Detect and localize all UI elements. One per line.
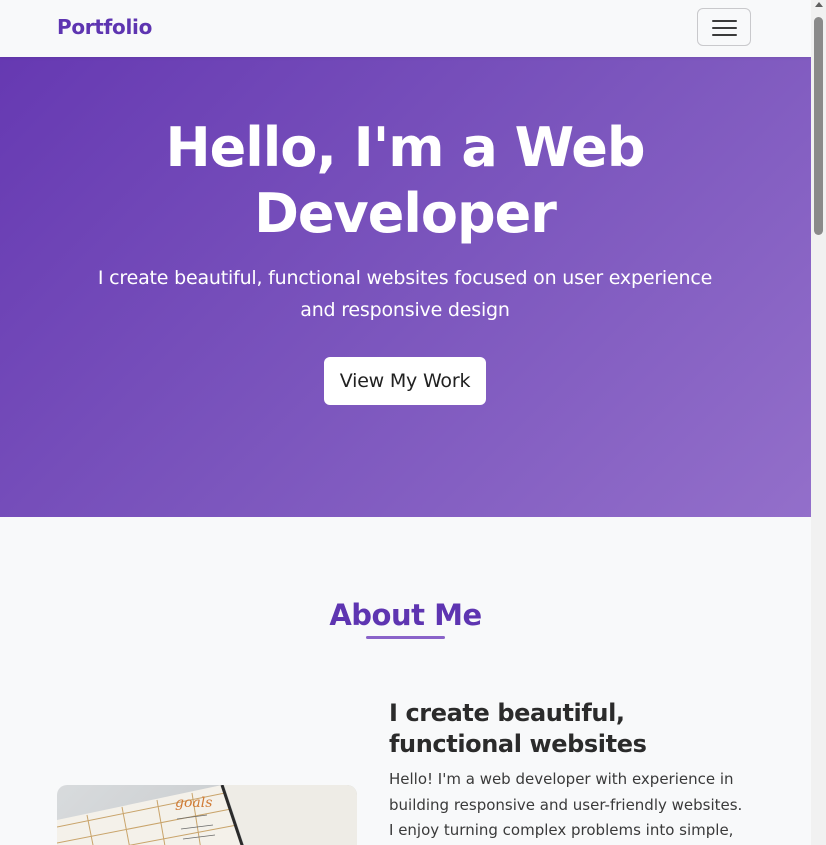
hero-title: Hello, I'm a Web Developer	[165, 116, 645, 245]
page-scrollbar[interactable]	[811, 0, 826, 845]
navbar-toggler-button[interactable]	[697, 8, 751, 46]
hero-subtitle: I create beautiful, functional websites …	[97, 267, 713, 321]
page: Portfolio Hello, I'm a Web Developer I c…	[0, 0, 811, 845]
brand-link[interactable]: Portfolio	[57, 15, 152, 39]
about-heading: I create beautiful, functional websites	[389, 699, 647, 758]
scrollbar-thumb[interactable]	[814, 17, 823, 235]
about-paragraph: Hello! I'm a web developer with experien…	[389, 770, 743, 839]
about-section-title: About Me	[329, 598, 482, 632]
hero-section: Hello, I'm a Web Developer I create beau…	[0, 57, 811, 517]
title-underline	[366, 636, 445, 639]
view-my-work-button[interactable]: View My Work	[324, 357, 486, 405]
about-image: goals	[57, 785, 357, 845]
notebook-photo: goals	[57, 785, 357, 845]
svg-text:goals: goals	[175, 795, 212, 811]
navbar: Portfolio	[0, 0, 811, 57]
scroll-up-arrow-icon[interactable]	[815, 2, 823, 7]
